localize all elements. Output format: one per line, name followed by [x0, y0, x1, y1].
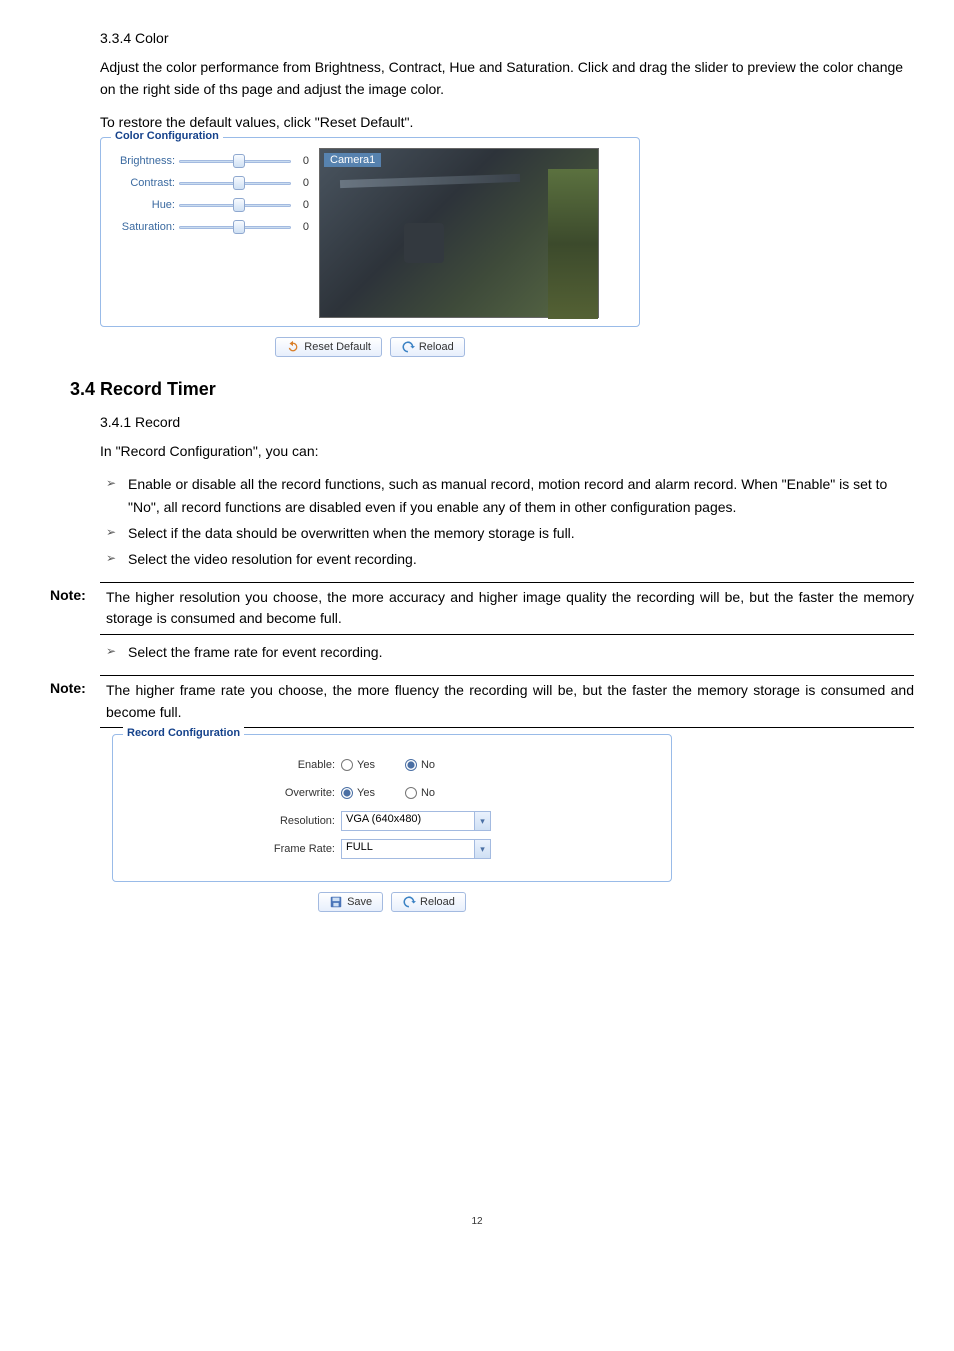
overwrite-no-label: No: [421, 787, 435, 799]
resolution-select[interactable]: VGA (640x480): [341, 811, 491, 831]
bullet-enable: Enable or disable all the record functio…: [106, 473, 914, 521]
save-label: Save: [347, 896, 372, 908]
page-number: 12: [0, 1216, 954, 1227]
disk-icon: [329, 895, 343, 909]
overwrite-yes-label: Yes: [357, 787, 375, 799]
reload-label: Reload: [420, 896, 455, 908]
hue-label: Hue:: [109, 199, 179, 211]
reload-button[interactable]: Reload: [390, 337, 465, 357]
brightness-value: 0: [291, 155, 309, 167]
camera-label: Camera1: [324, 153, 381, 167]
note-text: The higher resolution you choose, the mo…: [106, 587, 914, 630]
brightness-slider[interactable]: [179, 156, 291, 166]
contrast-label: Contrast:: [109, 177, 179, 189]
color-sliders-panel: Brightness: 0 Contrast: 0 Hue: 0: [109, 148, 309, 318]
reload-label: Reload: [419, 341, 454, 353]
note-resolution: Note: The higher resolution you choose, …: [100, 582, 914, 635]
record-config-legend: Record Configuration: [123, 727, 244, 739]
saturation-label: Saturation:: [109, 221, 179, 233]
note-text: The higher frame rate you choose, the mo…: [106, 680, 914, 723]
note-label: Note:: [50, 680, 106, 723]
overwrite-label: Overwrite:: [261, 787, 341, 799]
save-button[interactable]: Save: [318, 892, 383, 912]
para-334-1: Adjust the color performance from Bright…: [100, 56, 914, 101]
chevron-down-icon[interactable]: ▾: [474, 840, 490, 858]
bullet-overwrite: Select if the data should be overwritten…: [106, 522, 914, 546]
reset-default-button[interactable]: Reset Default: [275, 337, 382, 357]
note-label: Note:: [50, 587, 106, 630]
enable-yes-label: Yes: [357, 759, 375, 771]
enable-no-radio[interactable]: [405, 759, 417, 771]
heading-34: 3.4 Record Timer: [70, 379, 914, 400]
hue-slider[interactable]: [179, 200, 291, 210]
refresh-icon: [402, 895, 416, 909]
color-preview: Camera1: [319, 148, 599, 318]
overwrite-yes-radio[interactable]: [341, 787, 353, 799]
hue-value: 0: [291, 199, 309, 211]
framerate-select[interactable]: FULL: [341, 839, 491, 859]
bullet-resolution: Select the video resolution for event re…: [106, 548, 914, 572]
saturation-value: 0: [291, 221, 309, 233]
reset-default-label: Reset Default: [304, 341, 371, 353]
undo-icon: [286, 340, 300, 354]
overwrite-no-radio[interactable]: [405, 787, 417, 799]
enable-no-label: No: [421, 759, 435, 771]
color-config-legend: Color Configuration: [111, 130, 223, 142]
refresh-icon: [401, 340, 415, 354]
figure-color-config: Color Configuration Brightness: 0 Contra…: [100, 137, 640, 361]
enable-label: Enable:: [261, 759, 341, 771]
reload-button[interactable]: Reload: [391, 892, 466, 912]
bullet-framerate: Select the frame rate for event recordin…: [106, 641, 914, 665]
chevron-down-icon[interactable]: ▾: [474, 812, 490, 830]
framerate-label: Frame Rate:: [261, 843, 341, 855]
heading-334: 3.3.4 Color: [100, 30, 914, 46]
contrast-slider[interactable]: [179, 178, 291, 188]
brightness-label: Brightness:: [109, 155, 179, 167]
note-framerate: Note: The higher frame rate you choose, …: [100, 675, 914, 728]
para-341-intro: In "Record Configuration", you can:: [100, 440, 914, 462]
heading-341: 3.4.1 Record: [100, 414, 914, 430]
saturation-slider[interactable]: [179, 222, 291, 232]
figure-record-config: Record Configuration Enable: Yes No Over…: [112, 734, 672, 916]
resolution-label: Resolution:: [261, 815, 341, 827]
contrast-value: 0: [291, 177, 309, 189]
enable-yes-radio[interactable]: [341, 759, 353, 771]
